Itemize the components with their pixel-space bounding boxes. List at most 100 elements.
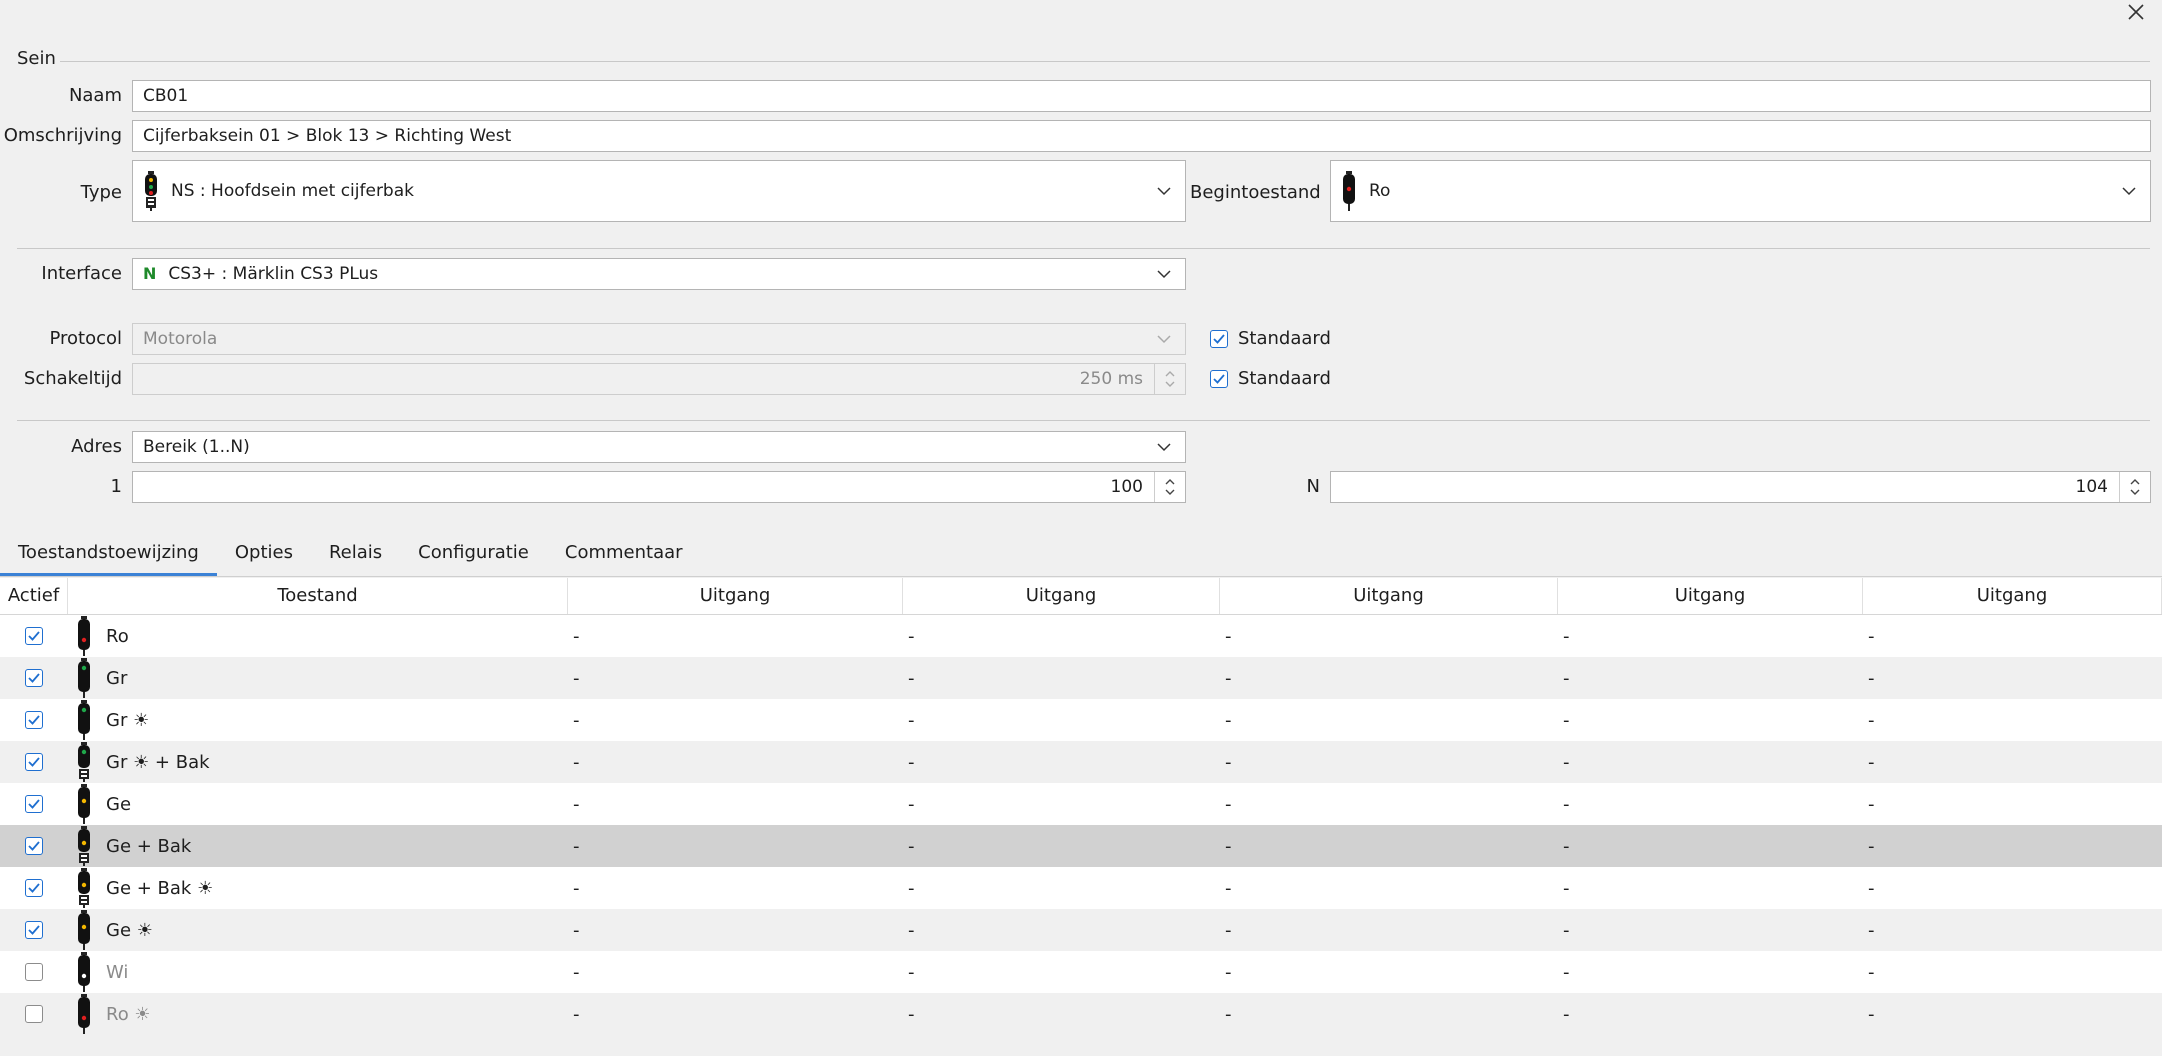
row-output-cell[interactable]: - — [568, 1004, 903, 1025]
close-icon[interactable] — [2124, 0, 2148, 24]
row-output-cell[interactable]: - — [1863, 878, 2162, 899]
interface-select[interactable]: N CS3+ : Märklin CS3 PLus — [132, 258, 1186, 290]
chevron-down-icon[interactable] — [2118, 180, 2140, 202]
row-output-cell[interactable]: - — [568, 794, 903, 815]
row-output-cell[interactable]: - — [1558, 626, 1863, 647]
row-output-cell[interactable]: - — [903, 626, 1220, 647]
row-output-cell[interactable]: - — [903, 1004, 1220, 1025]
row-output-cell[interactable]: - — [1220, 710, 1558, 731]
table-row[interactable]: Gr ☀ - - - - - — [0, 699, 2162, 741]
row-output-cell[interactable]: - — [1863, 752, 2162, 773]
tab-commentaar[interactable]: Commentaar — [547, 536, 701, 576]
row-output-cell[interactable]: - — [1863, 794, 2162, 815]
row-output-cell[interactable]: - — [903, 710, 1220, 731]
column-header-uitgang-4[interactable]: Uitgang — [1558, 578, 1863, 614]
table-row[interactable]: Wi - - - - - — [0, 951, 2162, 993]
row-output-cell[interactable]: - — [1220, 1004, 1558, 1025]
row-output-cell[interactable]: - — [1863, 836, 2162, 857]
tab-opties[interactable]: Opties — [217, 536, 311, 576]
row-output-cell[interactable]: - — [1220, 962, 1558, 983]
row-output-cell[interactable]: - — [1558, 1004, 1863, 1025]
row-active-checkbox[interactable] — [25, 795, 43, 813]
row-active-checkbox[interactable] — [25, 879, 43, 897]
column-header-actief[interactable]: Actief — [0, 578, 68, 614]
row-output-cell[interactable]: - — [903, 794, 1220, 815]
first-address-input[interactable]: 100 — [132, 471, 1186, 503]
row-output-cell[interactable]: - — [568, 836, 903, 857]
column-header-uitgang-2[interactable]: Uitgang — [903, 578, 1220, 614]
spinner-icon[interactable] — [2119, 472, 2150, 502]
omschrijving-input[interactable]: Cijferbaksein 01 > Blok 13 > Richting We… — [132, 120, 2151, 152]
row-output-cell[interactable]: - — [1863, 668, 2162, 689]
row-output-cell[interactable]: - — [903, 836, 1220, 857]
naam-input[interactable]: CB01 — [132, 80, 2151, 112]
row-output-cell[interactable]: - — [1558, 836, 1863, 857]
table-row[interactable]: Gr - - - - - — [0, 657, 2162, 699]
row-output-cell[interactable]: - — [1558, 878, 1863, 899]
row-output-cell[interactable]: - — [1863, 1004, 2162, 1025]
row-output-cell[interactable]: - — [1558, 794, 1863, 815]
chevron-down-icon[interactable] — [1153, 436, 1175, 458]
row-output-cell[interactable]: - — [568, 920, 903, 941]
row-output-cell[interactable]: - — [1558, 752, 1863, 773]
row-output-cell[interactable]: - — [903, 752, 1220, 773]
row-output-cell[interactable]: - — [1220, 920, 1558, 941]
row-output-cell[interactable]: - — [568, 710, 903, 731]
row-active-checkbox[interactable] — [25, 753, 43, 771]
tab-configuratie[interactable]: Configuratie — [400, 536, 547, 576]
row-active-checkbox[interactable] — [25, 963, 43, 981]
row-output-cell[interactable]: - — [1220, 626, 1558, 647]
row-active-checkbox[interactable] — [25, 837, 43, 855]
row-output-cell[interactable]: - — [903, 668, 1220, 689]
check-icon[interactable] — [1210, 329, 1228, 348]
table-row[interactable]: Ge - - - - - — [0, 783, 2162, 825]
column-header-toestand[interactable]: Toestand — [68, 578, 568, 614]
table-row[interactable]: Ro - - - - - — [0, 615, 2162, 657]
row-output-cell[interactable]: - — [1558, 710, 1863, 731]
table-row[interactable]: Ge + Bak ☀ - - - - - — [0, 867, 2162, 909]
row-output-cell[interactable]: - — [1558, 668, 1863, 689]
type-select[interactable]: NS : Hoofdsein met cijferbak — [132, 160, 1186, 222]
row-output-cell[interactable]: - — [1558, 920, 1863, 941]
row-output-cell[interactable]: - — [1558, 962, 1863, 983]
column-header-uitgang-5[interactable]: Uitgang — [1863, 578, 2162, 614]
schakeltijd-standaard-checkbox[interactable]: Standaard — [1210, 368, 1331, 389]
row-active-checkbox[interactable] — [25, 921, 43, 939]
row-output-cell[interactable]: - — [568, 752, 903, 773]
row-output-cell[interactable]: - — [1863, 710, 2162, 731]
row-output-cell[interactable]: - — [903, 962, 1220, 983]
table-row[interactable]: Ge ☀ - - - - - — [0, 909, 2162, 951]
check-icon[interactable] — [1210, 369, 1228, 388]
column-header-uitgang-1[interactable]: Uitgang — [568, 578, 903, 614]
row-output-cell[interactable]: - — [1863, 962, 2162, 983]
row-active-checkbox[interactable] — [25, 669, 43, 687]
row-output-cell[interactable]: - — [1863, 920, 2162, 941]
row-output-cell[interactable]: - — [1220, 878, 1558, 899]
row-output-cell[interactable]: - — [903, 878, 1220, 899]
protocol-standaard-checkbox[interactable]: Standaard — [1210, 328, 1331, 349]
row-active-checkbox[interactable] — [25, 711, 43, 729]
last-address-input[interactable]: 104 — [1330, 471, 2151, 503]
row-output-cell[interactable]: - — [1863, 626, 2162, 647]
row-output-cell[interactable]: - — [903, 920, 1220, 941]
begintoestand-select[interactable]: Ro — [1330, 160, 2151, 222]
tab-toestandstoewijzing[interactable]: Toestandstoewijzing — [0, 536, 217, 576]
table-row[interactable]: Gr ☀ + Bak - - - - - — [0, 741, 2162, 783]
column-header-uitgang-3[interactable]: Uitgang — [1220, 578, 1558, 614]
row-active-checkbox[interactable] — [25, 627, 43, 645]
row-output-cell[interactable]: - — [568, 626, 903, 647]
table-row[interactable]: Ge + Bak - - - - - — [0, 825, 2162, 867]
adres-select[interactable]: Bereik (1..N) — [132, 431, 1186, 463]
row-output-cell[interactable]: - — [568, 962, 903, 983]
spinner-icon[interactable] — [1154, 472, 1185, 502]
row-output-cell[interactable]: - — [1220, 668, 1558, 689]
chevron-down-icon[interactable] — [1153, 263, 1175, 285]
chevron-down-icon[interactable] — [1153, 180, 1175, 202]
row-output-cell[interactable]: - — [568, 668, 903, 689]
row-active-checkbox[interactable] — [25, 1005, 43, 1023]
row-output-cell[interactable]: - — [1220, 752, 1558, 773]
row-output-cell[interactable]: - — [568, 878, 903, 899]
tab-relais[interactable]: Relais — [311, 536, 400, 576]
table-row[interactable]: Ro ☀ - - - - - — [0, 993, 2162, 1035]
row-output-cell[interactable]: - — [1220, 836, 1558, 857]
